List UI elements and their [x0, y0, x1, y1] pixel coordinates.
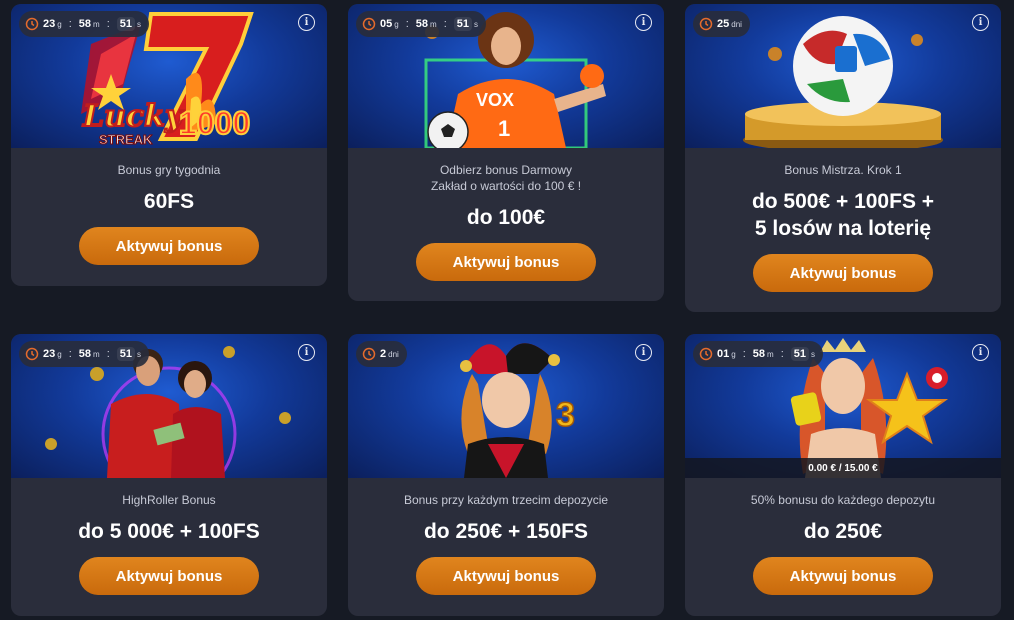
- countdown-timer: 25 dni: [693, 11, 750, 37]
- activate-bonus-button[interactable]: Aktywuj bonus: [79, 557, 259, 595]
- info-icon[interactable]: i: [972, 344, 989, 361]
- bonus-subtitle: Odbierz bonus Darmowy Zakład o wartości …: [430, 163, 582, 193]
- countdown-timer: 01 g : 58 m : 51 s: [693, 341, 823, 367]
- timer-seconds: 51: [116, 17, 135, 31]
- activate-bonus-button[interactable]: Aktywuj bonus: [416, 557, 596, 595]
- banner-image: Lucky STREAK 1000 23 g : 58 m : 51 s i: [11, 4, 327, 148]
- bonus-subtitle: Bonus Mistrza. Krok 1: [784, 163, 902, 177]
- timer-minutes: 58: [78, 348, 92, 360]
- bonus-card-highroller: 23 g : 58 m : 51 s i HighRoller Bonus do 5 …: [11, 334, 327, 616]
- clock-icon: [362, 347, 376, 361]
- clock-icon: [25, 17, 39, 31]
- banner-image: VOX 1 05 g : 58 m : 51 s i: [348, 4, 664, 148]
- jersey-brand: VOX: [476, 90, 514, 110]
- bonus-amount: do 5 000€ + 100FS: [78, 520, 260, 543]
- deposit-progress: 0.00 € / 15.00 €: [685, 458, 1001, 478]
- activate-bonus-button[interactable]: Aktywuj bonus: [753, 254, 933, 292]
- countdown-timer: 23 g : 58 m : 51 s: [19, 341, 149, 367]
- bonus-card-free-bet: VOX 1 05 g : 58 m : 51 s i Odbierz bonus Da…: [348, 4, 664, 301]
- timer-hours: 23: [43, 18, 56, 30]
- bonus-card-champion: 25 dni i Bonus Mistrza. Krok 1 do 500€ + …: [685, 4, 1001, 312]
- timer-hours: 05: [380, 18, 393, 30]
- banner-image: 3 2 dni i: [348, 334, 664, 478]
- bonus-subtitle: Bonus przy każdym trzecim depozycie: [403, 493, 609, 507]
- logo-streak: STREAK: [99, 132, 153, 147]
- info-icon[interactable]: i: [635, 14, 652, 31]
- info-icon[interactable]: i: [635, 344, 652, 361]
- bonus-card-every-deposit: 01 g : 58 m : 51 s i 0.00 € / 15.00 € 50% b…: [685, 334, 1001, 616]
- countdown-timer: 05 g : 58 m : 51 s: [356, 11, 486, 37]
- badge-number: 3: [556, 396, 575, 434]
- timer-minutes: 58: [78, 18, 92, 30]
- activate-bonus-button[interactable]: Aktywuj bonus: [753, 557, 933, 595]
- info-icon[interactable]: i: [298, 344, 315, 361]
- bonus-subtitle: 50% bonusu do każdego depozytu: [750, 493, 936, 507]
- banner-image: 23 g : 58 m : 51 s i: [11, 334, 327, 478]
- jersey-number: 1: [498, 116, 510, 141]
- timer-minutes: 58: [415, 18, 429, 30]
- bonus-card-weekly: Lucky STREAK 1000 23 g : 58 m : 51 s i Bonu…: [11, 4, 327, 286]
- bonus-subtitle: Bonus gry tygodnia: [117, 163, 221, 177]
- bonus-amount: do 500€ + 100FS + 5 losów na loterię: [751, 190, 935, 240]
- activate-bonus-button[interactable]: Aktywuj bonus: [416, 243, 596, 281]
- banner-image: 01 g : 58 m : 51 s i 0.00 € / 15.00 €: [685, 334, 1001, 478]
- timer-days: 2: [380, 348, 387, 360]
- countdown-timer: 23 g : 58 m : 51 s: [19, 11, 149, 37]
- timer-seconds: 51: [116, 347, 135, 361]
- bonus-subtitle: HighRoller Bonus: [122, 493, 216, 507]
- clock-icon: [699, 17, 713, 31]
- bonus-amount: 60FS: [143, 190, 195, 213]
- bonus-amount: do 250€: [803, 520, 883, 543]
- banner-image: 25 dni i: [685, 4, 1001, 148]
- timer-minutes: 58: [752, 348, 766, 360]
- countdown-timer: 2 dni: [356, 341, 407, 367]
- timer-seconds: 51: [790, 347, 809, 361]
- bonus-amount: do 100€: [466, 206, 546, 229]
- timer-days: 25: [717, 18, 730, 30]
- clock-icon: [699, 347, 713, 361]
- activate-bonus-button[interactable]: Aktywuj bonus: [79, 227, 259, 265]
- info-icon[interactable]: i: [298, 14, 315, 31]
- bonus-amount: do 250€ + 150FS: [423, 520, 588, 543]
- timer-hours: 23: [43, 348, 56, 360]
- timer-hours: 01: [717, 348, 730, 360]
- logo-lucky: Lucky: [82, 99, 185, 134]
- bonus-card-third-deposit: 3 2 dni i Bonus przy każdym trzecim depoz…: [348, 334, 664, 616]
- timer-seconds: 51: [453, 17, 472, 31]
- info-icon[interactable]: i: [972, 14, 989, 31]
- clock-icon: [25, 347, 39, 361]
- logo-number: 1000: [179, 105, 250, 141]
- clock-icon: [362, 17, 376, 31]
